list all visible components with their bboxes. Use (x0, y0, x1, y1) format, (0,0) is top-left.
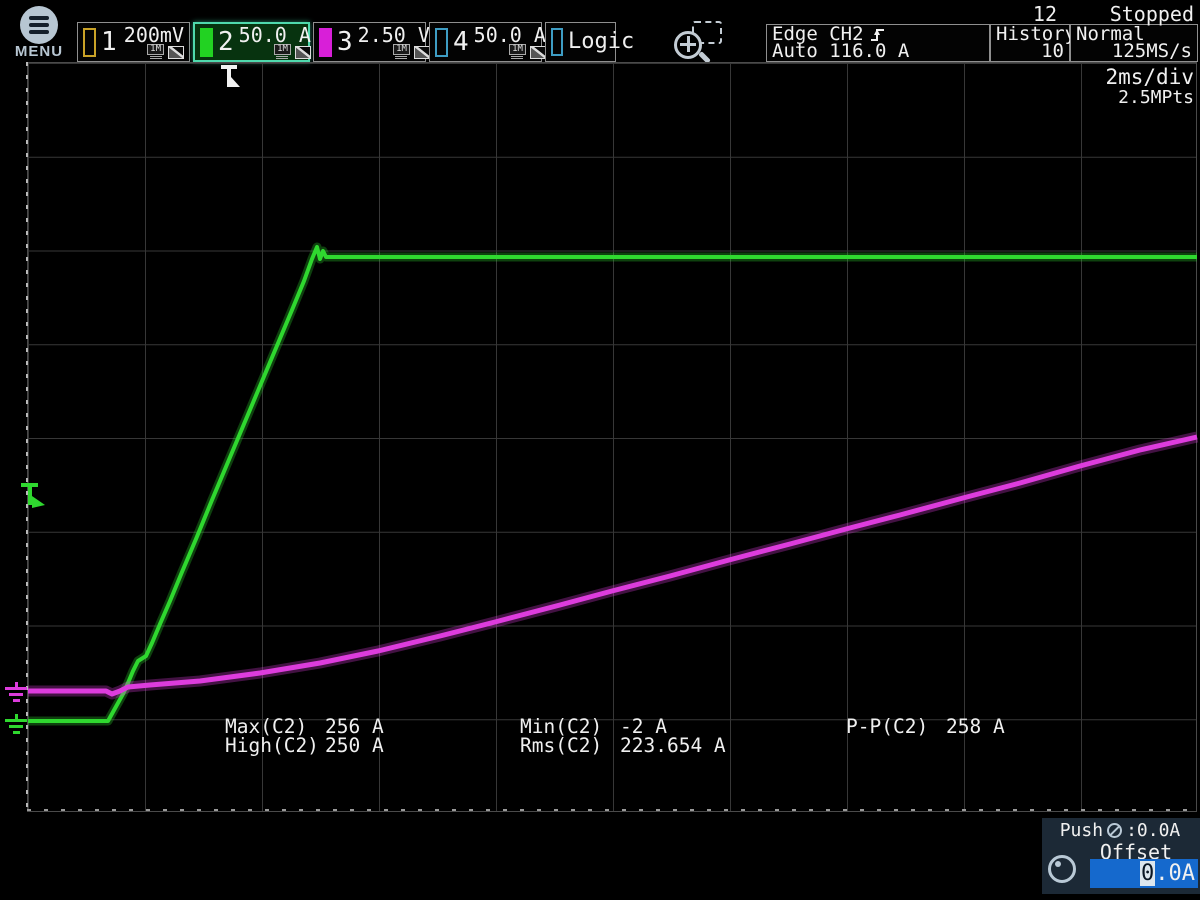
ch3-ground-marker[interactable] (5, 682, 27, 702)
push-knob-icon (1107, 823, 1122, 838)
channel-2-color-swatch (200, 28, 213, 57)
channel-4-scale: 50.0 A (474, 26, 546, 44)
bandwidth-filter-icon (295, 46, 311, 59)
offset-cursor-digit: 0 (1140, 861, 1155, 886)
channel-2-scale: 50.0 A (239, 26, 311, 44)
zoom-search-button[interactable] (672, 18, 724, 66)
logic-label: Logic (568, 31, 634, 53)
impedance-1M-icon: 1M (393, 44, 410, 59)
channel-3-box[interactable]: 3 2.50 V 1M (313, 22, 426, 62)
timebase-readout: 2ms/div (1105, 66, 1194, 88)
logic-box[interactable]: Logic (545, 22, 616, 62)
sample-rate: 125MS/s (1076, 43, 1192, 60)
left-axis-ticks (26, 62, 28, 812)
meas-value: 250 A (325, 736, 384, 755)
hamburger-icon (29, 16, 49, 20)
trigger-level: Auto 116.0 A (772, 43, 984, 60)
channel-2-box[interactable]: 2 50.0 A 1M (193, 22, 310, 62)
channel-1-color-swatch (83, 28, 96, 57)
bandwidth-filter-icon (168, 46, 184, 59)
push-value: :0.0A (1126, 820, 1180, 841)
channel-4-number: 4 (453, 29, 469, 55)
channel-2-number: 2 (218, 29, 234, 55)
channel-3-scale: 2.50 V (358, 26, 430, 44)
measurement-group-3: P-P(C2) 258 A (846, 717, 1005, 736)
bottom-axis-ticks (27, 809, 1197, 811)
ch2-ground-marker[interactable] (5, 714, 27, 734)
offset-value-rest: .0A (1155, 861, 1195, 886)
acquisition-box[interactable]: Normal 125MS/s (1070, 24, 1198, 62)
channel-3-number: 3 (337, 29, 353, 55)
channel-3-color-swatch (319, 28, 332, 57)
waveform-graticule (27, 62, 1197, 812)
offset-value-field[interactable]: 0 .0A (1090, 859, 1198, 888)
meas-value: 223.654 A (620, 736, 726, 755)
menu-button[interactable] (20, 6, 58, 44)
channel-1-number: 1 (101, 29, 117, 55)
history-box[interactable]: History 10 (990, 24, 1070, 62)
run-status: Stopped (1110, 2, 1194, 26)
rotary-knob-icon[interactable] (1048, 855, 1076, 883)
measurement-group-2: Min(C2)-2 A Rms(C2)223.654 A (520, 717, 726, 755)
offset-panel: Push :0.0A Offset 0 .0A (1042, 818, 1200, 894)
channel-1-box[interactable]: 1 200mV 1M (77, 22, 190, 62)
meas-label: High(C2) (225, 736, 311, 755)
channel-4-color-swatch (435, 28, 448, 57)
menu-label: MENU (6, 43, 72, 60)
record-length-readout: 2.5MPts (1105, 88, 1194, 107)
channel-1-scale: 200mV (124, 26, 184, 44)
trigger-status-box[interactable]: Edge CH2 Auto 116.0 A (766, 24, 990, 62)
history-count: 10 (996, 43, 1064, 60)
channel-4-box[interactable]: 4 50.0 A 1M (429, 22, 542, 62)
bandwidth-filter-icon (530, 46, 546, 59)
impedance-1M-icon: 1M (274, 44, 291, 59)
meas-value: 258 A (946, 717, 1005, 736)
meas-label: Rms(C2) (520, 736, 606, 755)
impedance-1M-icon: 1M (509, 44, 526, 59)
bandwidth-filter-icon (414, 46, 430, 59)
impedance-1M-icon: 1M (147, 44, 164, 59)
logic-color-swatch (551, 28, 563, 56)
push-prefix: Push (1060, 820, 1103, 841)
oscilloscope-screen: MENU 1 200mV 1M 2 50.0 A 1M (0, 0, 1200, 900)
acquisition-count: 12 (985, 2, 1057, 26)
meas-label: P-P(C2) (846, 717, 932, 736)
measurement-group-1: Max(C2)256 A High(C2)250 A (225, 717, 384, 755)
